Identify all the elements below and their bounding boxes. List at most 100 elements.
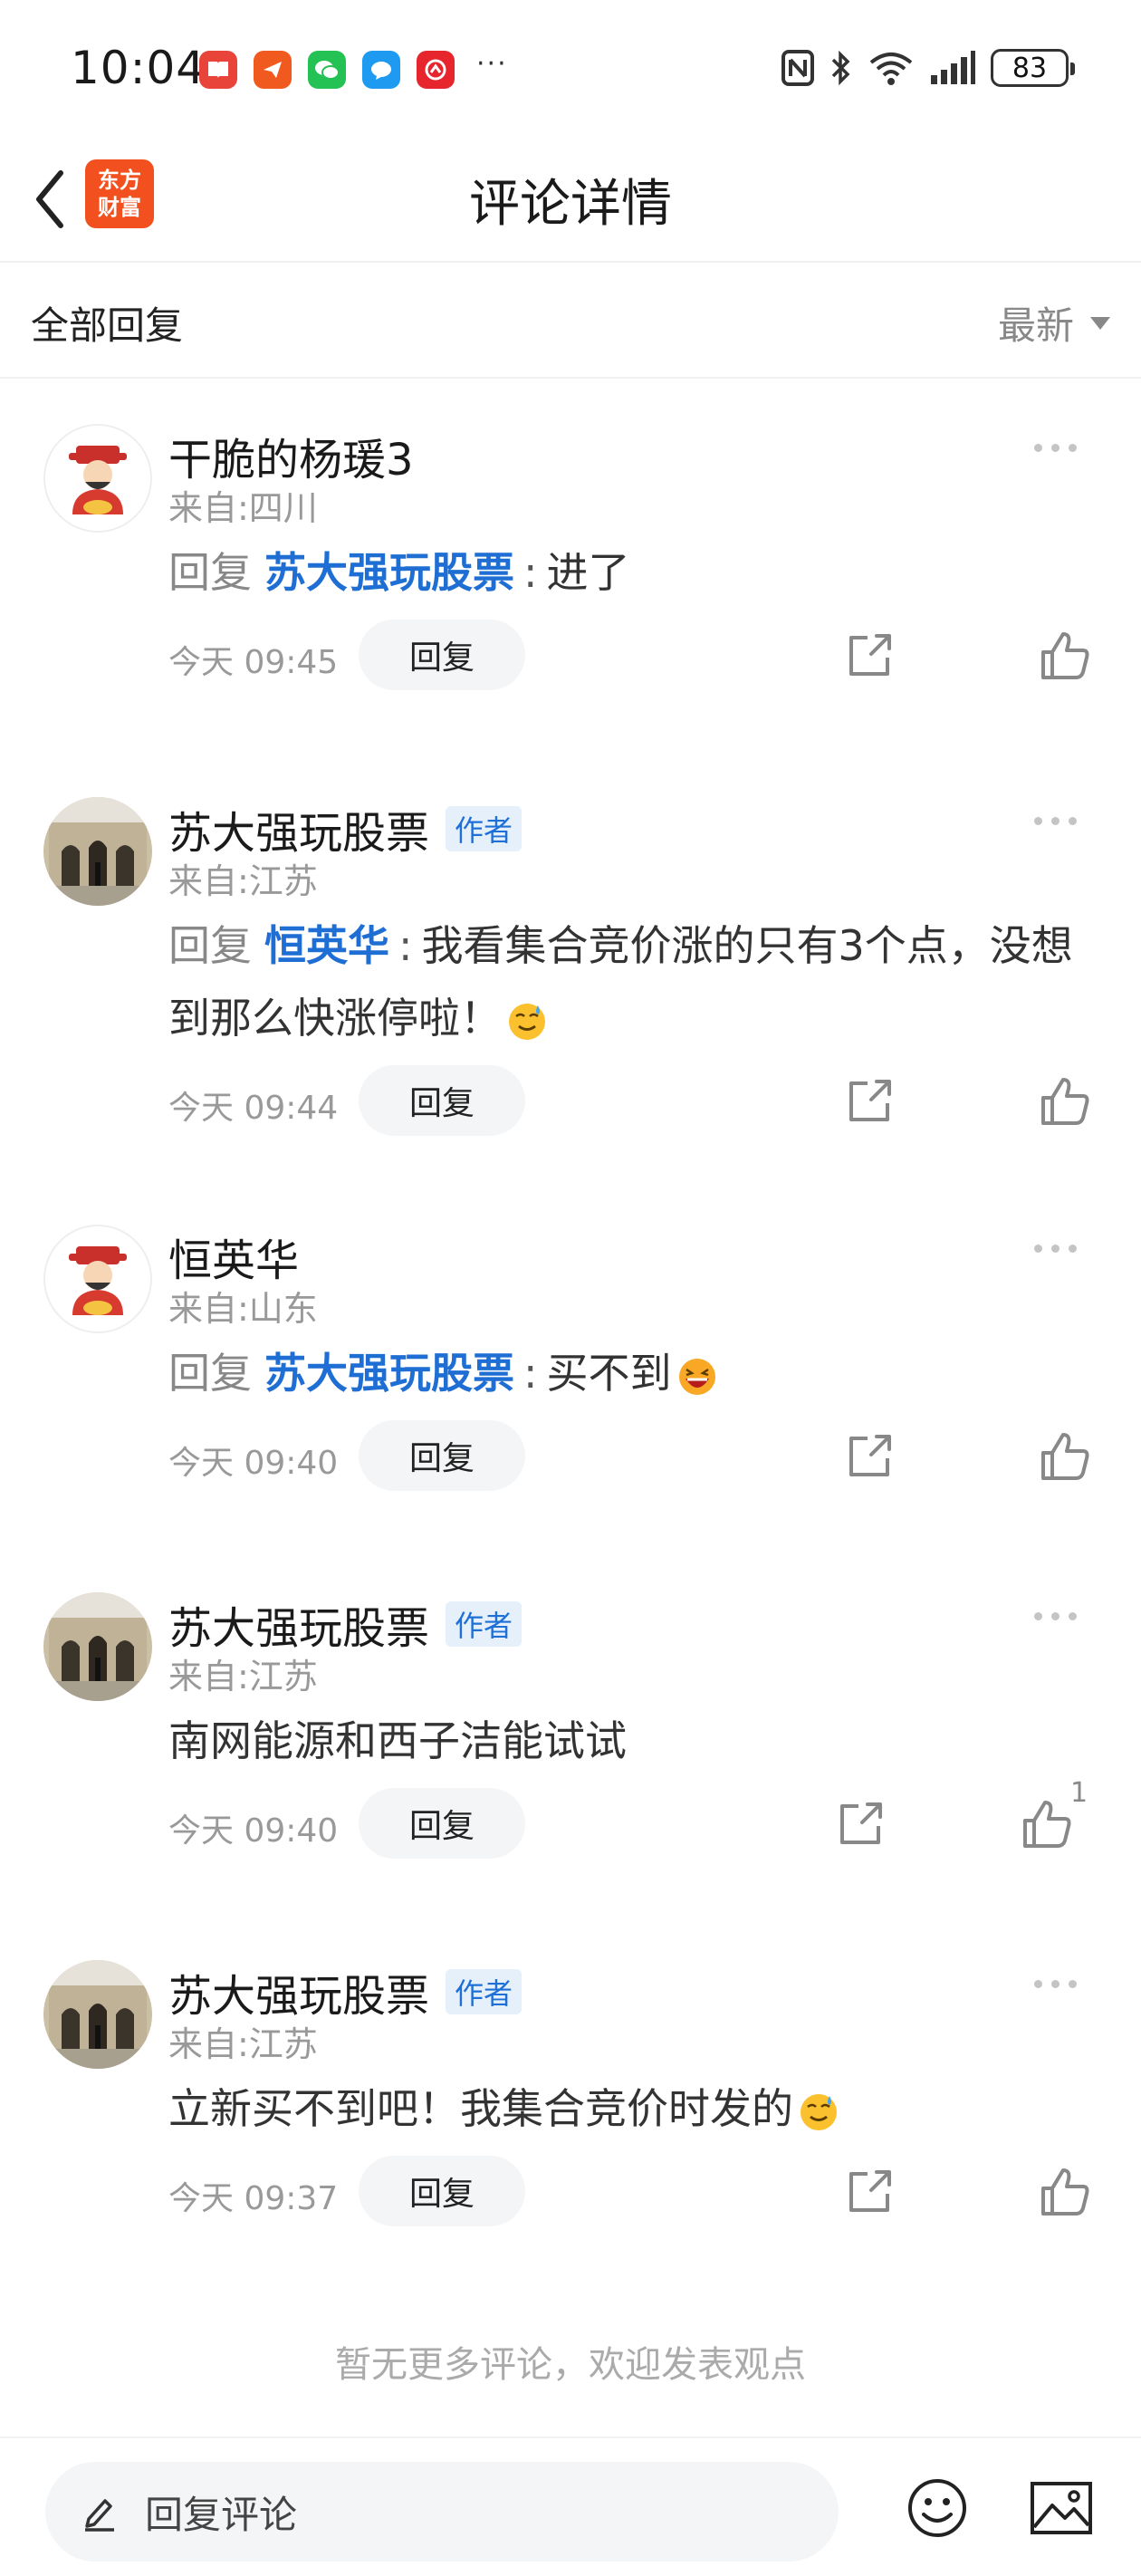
dot <box>1069 443 1077 452</box>
dot <box>1051 443 1060 452</box>
wealth-god-avatar-image <box>45 426 150 531</box>
reply-comment-input[interactable]: 回复评论 <box>45 2462 839 2562</box>
mention-link[interactable]: 苏大强玩股票 <box>264 1349 514 1398</box>
username[interactable]: 干脆的杨瑗3 <box>168 424 414 487</box>
reply-button[interactable]: 回复 <box>359 1420 525 1491</box>
avatar[interactable] <box>43 424 152 533</box>
dot <box>1069 1244 1077 1253</box>
comment-text: 立新买不到吧！我集合竞价时发的 <box>168 2084 793 2133</box>
share-button[interactable] <box>835 1799 886 1850</box>
separator-colon: : <box>523 1349 538 1398</box>
comment-body[interactable]: 回复 苏大强玩股票: 进了 <box>168 536 1074 609</box>
comment-time: 今天 09:45 <box>168 644 339 681</box>
location-text: 来自:山东 <box>168 1289 318 1329</box>
comment-item: 干脆的杨瑗3 来自:四川 回复 苏大强玩股票: 进了 今天 09:45 回复 <box>0 424 1141 786</box>
like-button[interactable] <box>1038 629 1092 683</box>
reply-button[interactable]: 回复 <box>359 620 525 690</box>
location-text: 来自:四川 <box>168 488 318 528</box>
reply-keyword: 回复 <box>168 548 252 597</box>
comment-text: 买不到 <box>546 1349 672 1398</box>
comment-text: 南网能源和西子洁能试试 <box>168 1716 627 1765</box>
comment-time: 今天 09:40 <box>168 1445 339 1482</box>
building-photo-avatar-image <box>43 1960 152 2069</box>
reply-button[interactable]: 回复 <box>359 1065 525 1136</box>
like-button[interactable] <box>1020 1797 1074 1851</box>
more-options-button[interactable] <box>1034 1237 1088 1259</box>
share-icon <box>849 2170 891 2212</box>
comment-body[interactable]: 立新买不到吧！我集合竞价时发的 <box>168 2072 1074 2145</box>
more-options-button[interactable] <box>1034 1605 1088 1627</box>
sort-dropdown[interactable]: 最新 <box>998 295 1110 351</box>
wifi-icon <box>869 53 913 85</box>
comment-body[interactable]: 南网能源和西子洁能试试 <box>168 1705 1074 1777</box>
like-button[interactable] <box>1038 2165 1092 2219</box>
dot <box>1069 1611 1077 1620</box>
author-badge: 作者 <box>446 1601 523 1647</box>
message-app-icon <box>362 51 400 89</box>
share-button[interactable] <box>844 630 895 681</box>
avatar[interactable] <box>43 1225 152 1333</box>
like-button[interactable] <box>1038 1074 1092 1129</box>
username[interactable]: 恒英华 <box>168 1225 299 1288</box>
dot <box>1034 443 1042 452</box>
sort-label: 最新 <box>997 303 1074 348</box>
username[interactable]: 苏大强玩股票 <box>168 1592 429 1656</box>
status-time: 10:04 <box>71 42 206 94</box>
avatar[interactable] <box>43 1592 152 1701</box>
username-row: 干脆的杨瑗3 <box>168 424 414 487</box>
reply-button[interactable]: 回复 <box>359 2156 525 2226</box>
reply-button[interactable]: 回复 <box>359 1788 525 1859</box>
reply-keyword: 回复 <box>168 921 252 970</box>
comment-actions: 今天 09:44 回复 <box>168 1065 1110 1138</box>
battery-icon: 83 <box>991 49 1075 87</box>
username-row: 苏大强玩股票 作者 <box>168 797 523 860</box>
like-count: 1 <box>1070 1777 1088 1809</box>
nfc-icon <box>781 50 814 86</box>
share-button[interactable] <box>844 1076 895 1127</box>
comment-body[interactable]: 回复 苏大强玩股票: 买不到 <box>168 1337 1074 1409</box>
comment-body[interactable]: 回复 恒英华: 我看集合竞价涨的只有3个点，没想到那么快涨停啦！ <box>168 909 1074 1054</box>
separator-colon: : <box>398 921 413 970</box>
image-button[interactable] <box>1029 2478 1094 2538</box>
comment-item: 苏大强玩股票 作者 来自:江苏 南网能源和西子洁能试试 今天 09:40 回复 1 <box>0 1592 1141 1955</box>
username[interactable]: 苏大强玩股票 <box>168 1960 429 2023</box>
thumbs-up-icon <box>1041 632 1089 679</box>
like-button[interactable] <box>1038 1429 1092 1484</box>
sweat-smile-emoji-icon <box>509 1003 545 1040</box>
emoji-button[interactable] <box>906 2476 969 2540</box>
username[interactable]: 苏大强玩股票 <box>168 797 429 860</box>
wealth-god-avatar-image <box>45 1226 150 1331</box>
location-text: 来自:江苏 <box>168 2024 318 2064</box>
status-system-icons: 83 <box>781 49 1075 87</box>
mention-link[interactable]: 苏大强玩股票 <box>264 548 514 597</box>
more-options-button[interactable] <box>1034 437 1088 458</box>
username-row: 恒英华 <box>168 1225 299 1288</box>
author-badge: 作者 <box>446 1969 523 2014</box>
location-text: 来自:江苏 <box>168 861 318 901</box>
avatar[interactable] <box>43 797 152 906</box>
dot <box>1051 1244 1060 1253</box>
author-badge: 作者 <box>446 806 523 851</box>
signal-icon <box>931 51 975 84</box>
more-options-button[interactable] <box>1034 810 1088 831</box>
laughing-emoji-icon <box>678 1358 715 1395</box>
status-bar: 10:04 ··· 83 <box>0 0 1141 136</box>
no-more-comments-text: 暂无更多评论，欢迎发表观点 <box>335 2344 806 2386</box>
mention-link[interactable]: 恒英华 <box>264 921 389 970</box>
reply-keyword: 回复 <box>168 1349 252 1398</box>
share-icon <box>849 1080 891 1121</box>
wechat-icon <box>308 51 346 89</box>
thumbs-up-icon <box>1023 1801 1071 1848</box>
share-icon <box>849 1435 891 1476</box>
share-button[interactable] <box>844 2167 895 2217</box>
more-options-button[interactable] <box>1034 1973 1088 1994</box>
smiley-icon <box>908 2479 966 2537</box>
more-notifications-icon: ··· <box>476 47 508 80</box>
share-button[interactable] <box>844 1431 895 1482</box>
comment-item: 苏大强玩股票 作者 来自:江苏 立新买不到吧！我集合竞价时发的 今天 09:37 … <box>0 1960 1141 2322</box>
comment-time: 今天 09:40 <box>168 1812 339 1850</box>
dot <box>1051 816 1060 825</box>
comment-item: 恒英华 来自:山东 回复 苏大强玩股票: 买不到 今天 09:40 回复 <box>0 1225 1141 1587</box>
avatar[interactable] <box>43 1960 152 2069</box>
image-icon <box>1031 2482 1092 2534</box>
